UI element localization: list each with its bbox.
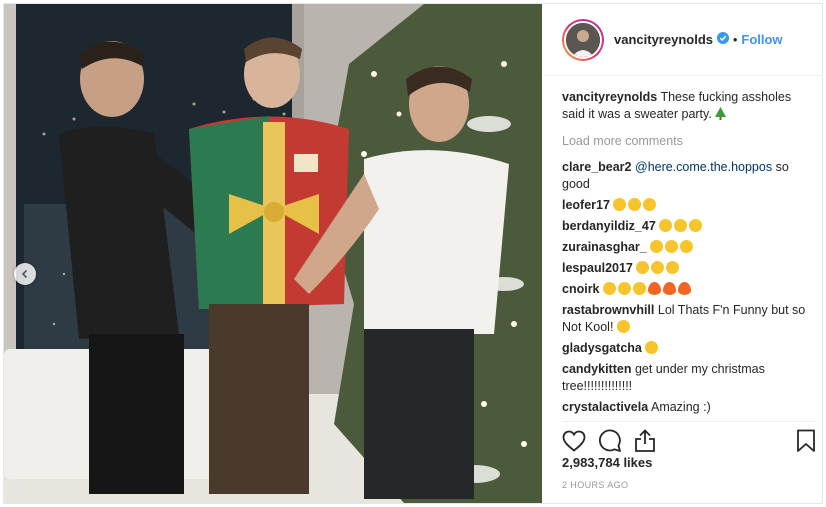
laugh-emoji-icon	[666, 261, 680, 274]
rofl-emoji-icon	[633, 282, 646, 295]
comment-item: candykitten get under my christmas tree!…	[562, 361, 809, 395]
comment-item: gladysgatcha	[562, 340, 809, 357]
comment-username[interactable]: crystalactivela	[562, 400, 648, 414]
header-separator: •	[733, 32, 738, 47]
laugh-emoji-icon	[674, 219, 688, 232]
comment-username[interactable]: leofer17	[562, 198, 610, 212]
comments-section: vancityreynolds These fucking assholes s…	[543, 76, 823, 416]
laugh-emoji-icon	[665, 240, 679, 253]
laugh-emoji-icon	[628, 198, 642, 211]
comment-item: lespaul2017	[562, 260, 809, 277]
post-photo[interactable]	[4, 4, 542, 503]
smile-emoji-icon	[616, 320, 630, 333]
comment-icon[interactable]	[598, 429, 622, 456]
comment-username[interactable]: berdanyildiz_47	[562, 219, 656, 233]
header-username[interactable]: vancityreynolds	[614, 32, 713, 47]
comment-item: rastabrownvhill Lol Thats F'n Funny but …	[562, 302, 809, 336]
rofl-emoji-icon	[603, 282, 616, 295]
share-icon[interactable]	[634, 429, 656, 456]
verified-badge-icon	[717, 32, 729, 47]
like-count[interactable]: 2,983,784 likes	[562, 455, 652, 470]
fire-emoji-icon	[678, 282, 691, 295]
fire-emoji-icon	[663, 282, 676, 295]
chevron-left-icon	[21, 269, 28, 279]
bookmark-icon[interactable]	[796, 429, 816, 456]
comment-text: Amazing :)	[650, 400, 711, 414]
rofl-emoji-icon	[645, 341, 659, 354]
comment-item: cnoirk	[562, 281, 809, 298]
comment-item: leofer17	[562, 197, 809, 214]
post-actions-bar	[562, 421, 816, 452]
laugh-emoji-icon	[650, 240, 664, 253]
comment-mention-link[interactable]: @here.come.the.hoppos	[635, 160, 772, 174]
post-side-panel: vancityreynolds • Follow vancityreynolds…	[543, 4, 823, 503]
laugh-emoji-icon	[651, 261, 665, 274]
laugh-emoji-icon	[680, 240, 694, 253]
post-image	[4, 4, 542, 503]
comment-username[interactable]: clare_bear2	[562, 160, 632, 174]
comment-username[interactable]: rastabrownvhill	[562, 303, 654, 317]
previous-photo-button[interactable]	[14, 263, 36, 285]
laugh-emoji-icon	[636, 261, 650, 274]
post-caption: vancityreynolds These fucking assholes s…	[562, 89, 809, 123]
comment-username[interactable]: zurainasghar_	[562, 240, 647, 254]
heart-icon[interactable]	[562, 430, 586, 455]
comment-username[interactable]: lespaul2017	[562, 261, 633, 275]
comment-item: crystalactivela Amazing :)	[562, 399, 809, 416]
laugh-emoji-icon	[659, 219, 673, 232]
load-more-comments-link[interactable]: Load more comments	[562, 133, 809, 150]
rofl-emoji-icon	[618, 282, 631, 295]
post-header: vancityreynolds • Follow	[543, 4, 823, 76]
comment-username[interactable]: candykitten	[562, 362, 631, 376]
comment-item: clare_bear2 @here.come.the.hoppos so goo…	[562, 159, 809, 193]
comment-item: zurainasghar_	[562, 239, 809, 256]
comment-list: clare_bear2 @here.come.the.hoppos so goo…	[562, 159, 809, 416]
follow-button[interactable]: Follow	[741, 32, 782, 47]
laugh-emoji-icon	[689, 219, 703, 232]
instagram-post: vancityreynolds • Follow vancityreynolds…	[3, 3, 823, 504]
laugh-emoji-icon	[613, 198, 627, 211]
christmas-tree-emoji	[715, 107, 727, 120]
post-timestamp[interactable]: 2 HOURS AGO	[562, 480, 628, 490]
fire-emoji-icon	[648, 282, 661, 295]
comment-item: berdanyildiz_47	[562, 218, 809, 235]
laugh-emoji-icon	[643, 198, 657, 211]
avatar[interactable]	[562, 18, 604, 61]
comment-username[interactable]: cnoirk	[562, 282, 600, 296]
caption-username[interactable]: vancityreynolds	[562, 90, 657, 104]
comment-username[interactable]: gladysgatcha	[562, 341, 642, 355]
